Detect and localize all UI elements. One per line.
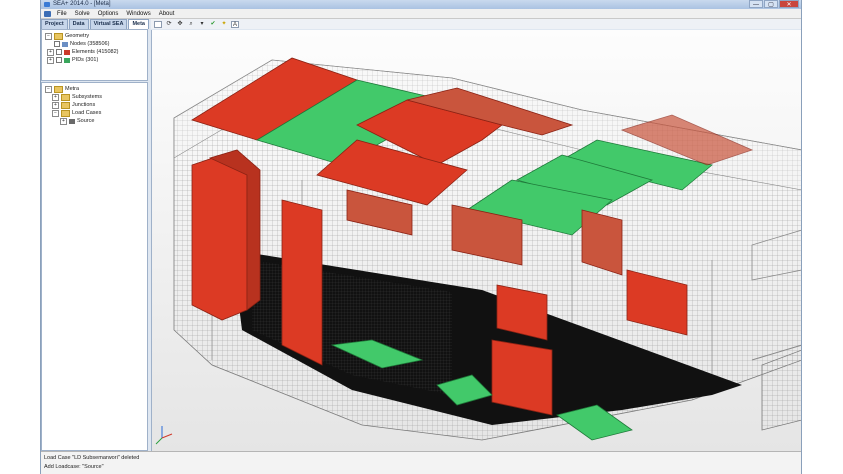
app-icon: [44, 2, 50, 7]
minimize-button[interactable]: —: [749, 0, 763, 8]
viewport-toolbar: ⟳ ✥ ⌕ ▾ ✔ ✦ A: [151, 19, 801, 29]
close-button[interactable]: ✕: [779, 0, 799, 8]
visibility-checkbox[interactable]: [56, 57, 62, 63]
menu-windows[interactable]: Windows: [122, 11, 154, 17]
menu-file[interactable]: File: [53, 11, 71, 17]
tab-project[interactable]: Project: [41, 19, 68, 29]
status-log: Load Case "LD Subsemarwori" deleted Add …: [41, 451, 801, 474]
menu-solve[interactable]: Solve: [71, 11, 94, 17]
visibility-checkbox[interactable]: [54, 41, 60, 47]
window-controls: — ▢ ✕: [748, 0, 799, 9]
collapse-icon[interactable]: −: [52, 109, 59, 117]
collapse-icon[interactable]: −: [45, 85, 52, 93]
axis-triad-icon: [155, 426, 173, 445]
menu-options[interactable]: Options: [94, 11, 123, 17]
tab-virtual-sea[interactable]: Virtual SEA: [89, 19, 128, 29]
tree-item-elements[interactable]: + Elements (415082): [45, 48, 118, 56]
menu-about[interactable]: About: [155, 11, 179, 17]
meta-tree: − Metra + Subsystems + Junctions − Load …: [45, 85, 102, 125]
geometry-panel: − Geometry Nodes (358506) + Elements (41…: [41, 29, 148, 81]
collapse-icon[interactable]: −: [45, 32, 52, 40]
meta-panel: − Metra + Subsystems + Junctions − Load …: [41, 82, 148, 451]
status-line-2: Add Loadcase: "Source": [44, 464, 104, 470]
folder-icon: [61, 101, 70, 109]
tab-bar: Project Data Virtual SEA Meta ×: [41, 19, 155, 29]
rotate-icon[interactable]: ⟳: [165, 21, 173, 28]
application-window: SEA+ 2014.0 - [Meta] — ▢ ✕ File Solve Op…: [40, 0, 802, 474]
maximize-button[interactable]: ▢: [764, 0, 778, 8]
menu-bar: File Solve Options Windows About: [41, 9, 801, 19]
model-view[interactable]: [152, 30, 802, 451]
3d-viewport[interactable]: [151, 30, 802, 451]
folder-icon: [61, 109, 70, 117]
tree-item-subsystems[interactable]: + Subsystems: [45, 93, 102, 101]
tree-item-junctions[interactable]: + Junctions: [45, 101, 102, 109]
dropdown-icon[interactable]: ▾: [198, 21, 206, 28]
visibility-checkbox[interactable]: [56, 49, 62, 55]
tab-meta[interactable]: Meta: [128, 19, 149, 29]
tree-item-nodes[interactable]: Nodes (358506): [45, 40, 118, 48]
light-icon[interactable]: ✦: [220, 21, 228, 28]
status-line-1: Load Case "LD Subsemarwori" deleted: [44, 455, 140, 461]
title-bar: SEA+ 2014.0 - [Meta] — ▢ ✕: [41, 0, 801, 9]
elements-icon: [64, 49, 70, 55]
tree-item-load-cases[interactable]: − Load Cases: [45, 109, 102, 117]
geometry-tree: − Geometry Nodes (358506) + Elements (41…: [45, 32, 118, 64]
check-icon[interactable]: ✔: [209, 21, 217, 28]
expand-icon[interactable]: +: [52, 101, 59, 109]
zoom-icon[interactable]: ⌕: [187, 21, 195, 28]
tree-item-metra[interactable]: − Metra: [45, 85, 102, 93]
tree-item-geometry[interactable]: − Geometry: [45, 32, 118, 40]
tree-item-pids[interactable]: + PIDs (301): [45, 56, 118, 64]
window-title: SEA+ 2014.0 - [Meta]: [53, 1, 111, 7]
tab-data[interactable]: Data: [68, 19, 89, 29]
app-menu-icon[interactable]: [44, 10, 51, 17]
folder-icon: [61, 93, 70, 101]
folder-icon: [54, 32, 63, 40]
box-select-icon[interactable]: [154, 20, 162, 28]
nodes-icon: [62, 41, 68, 47]
text-box-icon[interactable]: A: [231, 20, 239, 28]
folder-icon: [54, 85, 63, 93]
expand-icon[interactable]: +: [47, 48, 54, 56]
move-icon[interactable]: ✥: [176, 21, 184, 28]
expand-icon[interactable]: +: [47, 56, 54, 64]
tree-item-source[interactable]: + Source: [45, 117, 102, 125]
pids-icon: [64, 57, 70, 63]
load-case-icon: [69, 118, 75, 124]
expand-icon[interactable]: +: [60, 117, 67, 125]
expand-icon[interactable]: +: [52, 93, 59, 101]
